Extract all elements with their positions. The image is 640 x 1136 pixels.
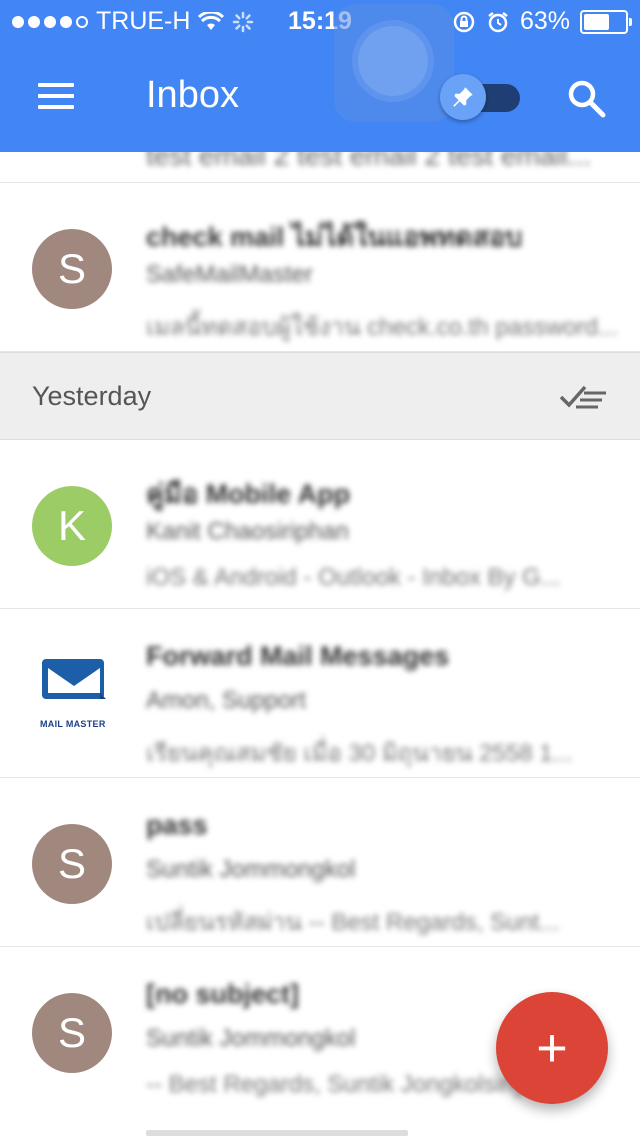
email-sender: Amon, Support bbox=[146, 687, 307, 714]
avatar: S bbox=[32, 993, 112, 1073]
alarm-icon bbox=[488, 11, 508, 32]
email-subject: Forward Mail Messages bbox=[146, 641, 450, 671]
pin-icon bbox=[440, 74, 486, 120]
email-preview: test email 2 test email 2 test email... bbox=[146, 152, 592, 171]
logo-text: MAIL MASTER bbox=[40, 719, 106, 729]
list-item[interactable]: S pass Suntik Jommongkol เปลี่ยนรหัสผ่าน… bbox=[0, 778, 640, 947]
email-sender: Kanit Chaosiriphan bbox=[146, 518, 349, 545]
assistive-touch-button[interactable] bbox=[334, 4, 454, 122]
email-subject: pass bbox=[146, 810, 208, 840]
page-title: Inbox bbox=[146, 74, 239, 116]
email-sender: Suntik Jommongkol bbox=[146, 856, 356, 883]
rotation-lock-icon bbox=[453, 11, 475, 32]
list-item[interactable]: test email 2 test email 2 test email... bbox=[0, 152, 640, 183]
battery-percent: 63% bbox=[519, 7, 570, 35]
email-subject: คู่มือ Mobile App bbox=[146, 479, 351, 509]
menu-icon[interactable] bbox=[38, 83, 74, 109]
email-subject: check mail ไม่ได้ในแอพทดสอบ bbox=[146, 222, 523, 252]
avatar: S bbox=[32, 824, 112, 904]
mail-master-logo-icon bbox=[42, 659, 106, 699]
avatar: S bbox=[32, 229, 112, 309]
list-item[interactable]: S check mail ไม่ได้ในแอพทดสอบ SafeMailMa… bbox=[0, 183, 640, 352]
email-snippet: เปลี่ยนรหัสผ่าน -- Best Regards, Sunt... bbox=[146, 909, 560, 936]
app-header: TRUE-H 15:19 63% Inbox bbox=[0, 0, 640, 152]
email-snippet: iOS & Android - Outlook - Inbox By G... bbox=[146, 564, 561, 591]
email-snippet: เมลนี้ทดสอบผู้ใช้งาน check.co.th passwor… bbox=[146, 314, 616, 341]
search-icon[interactable] bbox=[566, 78, 606, 118]
next-item-peek bbox=[146, 1130, 408, 1136]
compose-button[interactable]: + bbox=[496, 992, 608, 1104]
pinned-toggle[interactable] bbox=[440, 74, 522, 120]
section-header-yesterday: Yesterday bbox=[0, 352, 640, 440]
email-snippet: เรียนคุณสมชัย เมื่อ 30 มิถุนายน 2558 1..… bbox=[146, 740, 573, 767]
avatar: K bbox=[32, 486, 112, 566]
battery-icon bbox=[580, 9, 632, 34]
email-sender: SafeMailMaster bbox=[146, 261, 313, 288]
list-item[interactable]: MAIL MASTER Forward Mail Messages Amon, … bbox=[0, 609, 640, 778]
status-bar: TRUE-H 15:19 63% bbox=[0, 0, 640, 40]
list-item[interactable]: K คู่มือ Mobile App Kanit Chaosiriphan i… bbox=[0, 440, 640, 609]
sweep-done-icon[interactable] bbox=[558, 379, 608, 413]
section-label: Yesterday bbox=[32, 381, 152, 411]
email-list: test email 2 test email 2 test email... … bbox=[0, 152, 640, 1115]
